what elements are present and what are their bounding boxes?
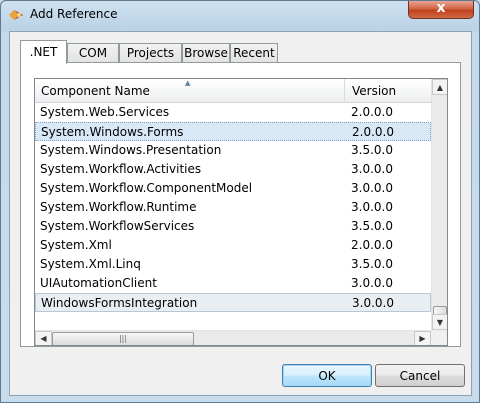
- list-item[interactable]: System.Windows.Presentation 3.5.0.0: [35, 141, 431, 160]
- tab-com[interactable]: COM: [67, 43, 119, 63]
- component-version: 3.5.0.0: [351, 219, 393, 233]
- component-name: System.Windows.Presentation: [40, 143, 222, 157]
- scroll-down-button[interactable]: ▼: [432, 314, 447, 330]
- horizontal-scroll-thumb[interactable]: |||: [52, 332, 194, 345]
- list-item[interactable]: System.Workflow.ComponentModel 3.0.0.0: [35, 179, 431, 198]
- component-version: 3.0.0.0: [352, 296, 394, 310]
- list-item[interactable]: System.Windows.Forms 2.0.0.0: [35, 122, 431, 141]
- vertical-scrollbar[interactable]: ▲ ▼: [431, 79, 447, 330]
- tab-browse[interactable]: Browse: [182, 43, 230, 63]
- tab-net[interactable]: .NET: [20, 40, 67, 64]
- component-version: 2.0.0.0: [351, 105, 393, 119]
- component-name: System.Workflow.Activities: [40, 162, 202, 176]
- cancel-button[interactable]: Cancel: [375, 364, 465, 387]
- sort-ascending-icon: ▲: [185, 79, 191, 87]
- tab-projects[interactable]: Projects: [119, 43, 182, 63]
- component-version: 3.0.0.0: [351, 162, 393, 176]
- component-name: System.Workflow.Runtime: [40, 200, 197, 214]
- component-list[interactable]: Component Name ▲ Version System.Web.Serv…: [34, 78, 448, 346]
- component-version: 2.0.0.0: [352, 125, 394, 139]
- component-name: System.Windows.Forms: [41, 125, 184, 139]
- component-version: 3.0.0.0: [351, 276, 393, 290]
- component-name: System.Workflow.ComponentModel: [40, 181, 253, 195]
- list-item[interactable]: System.Workflow.Runtime 3.0.0.0: [35, 198, 431, 217]
- arrow-down-icon: ▼: [436, 318, 444, 327]
- window-title: Add Reference: [30, 7, 118, 21]
- component-name: System.Xml: [40, 238, 112, 252]
- tab-panel-net: Component Name ▲ Version System.Web.Serv…: [20, 62, 461, 347]
- ok-button[interactable]: OK: [282, 364, 372, 387]
- arrow-right-icon: ▶: [419, 334, 426, 343]
- grip-icon: |||: [118, 334, 128, 343]
- arrow-left-icon: ◀: [40, 334, 47, 343]
- component-version: 3.5.0.0: [351, 257, 393, 271]
- list-item[interactable]: System.Web.Services 2.0.0.0: [35, 103, 431, 122]
- list-item[interactable]: WindowsFormsIntegration 3.0.0.0: [35, 293, 431, 312]
- column-header-version[interactable]: Version: [346, 79, 431, 103]
- close-button[interactable]: x: [408, 0, 474, 19]
- component-name: System.Web.Services: [40, 105, 170, 119]
- add-reference-dialog: Add Reference x .NET COM Projects Browse…: [0, 0, 480, 403]
- scroll-up-button[interactable]: ▲: [432, 79, 447, 95]
- list-item[interactable]: System.Xml.Linq 3.5.0.0: [35, 255, 431, 274]
- component-name: UIAutomationClient: [40, 276, 157, 290]
- dialog-body: .NET COM Projects Browse Recent Componen…: [9, 31, 472, 396]
- title-bar[interactable]: Add Reference x: [1, 0, 479, 29]
- list-header: Component Name ▲ Version: [35, 79, 431, 103]
- visual-studio-app-icon: [9, 10, 23, 20]
- list-item[interactable]: System.Workflow.Activities 3.0.0.0: [35, 160, 431, 179]
- component-name: WindowsFormsIntegration: [41, 296, 198, 310]
- component-version: 3.0.0.0: [351, 181, 393, 195]
- list-item[interactable]: System.WorkflowServices 3.5.0.0: [35, 217, 431, 236]
- component-name: System.WorkflowServices: [40, 219, 195, 233]
- horizontal-scrollbar[interactable]: ◀ ||| ▶: [35, 330, 431, 345]
- tab-recent[interactable]: Recent: [230, 43, 278, 63]
- scrollbar-corner: [431, 330, 447, 345]
- list-item[interactable]: UIAutomationClient 3.0.0.0: [35, 274, 431, 293]
- column-header-component-name[interactable]: Component Name ▲: [35, 79, 345, 103]
- component-version: 3.0.0.0: [351, 200, 393, 214]
- scroll-right-button[interactable]: ▶: [414, 331, 431, 345]
- component-version: 3.5.0.0: [351, 143, 393, 157]
- component-version: 2.0.0.0: [351, 238, 393, 252]
- scroll-left-button[interactable]: ◀: [35, 331, 52, 345]
- list-item[interactable]: System.Xml 2.0.0.0: [35, 236, 431, 255]
- close-icon: x: [436, 0, 446, 16]
- component-name: System.Xml.Linq: [40, 257, 141, 271]
- arrow-up-icon: ▲: [436, 83, 444, 92]
